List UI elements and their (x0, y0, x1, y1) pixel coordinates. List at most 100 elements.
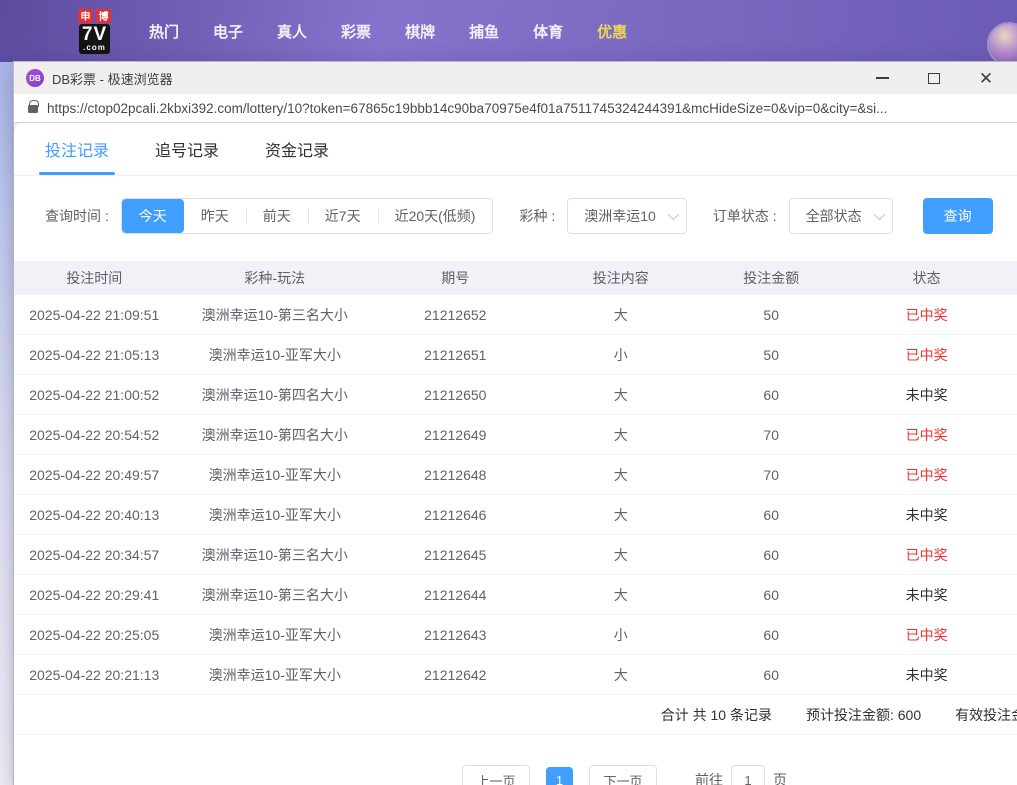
user-avatar[interactable] (989, 24, 1017, 64)
minimize-button[interactable] (869, 67, 895, 89)
nav-item-1[interactable]: 热门 (149, 21, 179, 42)
bet-records-table: 投注时间彩种-玩法期号投注内容投注金额状态 2025-04-22 21:09:5… (14, 261, 1017, 735)
chevron-down-icon (668, 209, 679, 220)
bet-content: 大 (536, 545, 707, 565)
site-logo[interactable]: 申 博 7V .com (78, 9, 111, 54)
pagination: 上一页 1 下一页 前往 页 (462, 765, 1017, 785)
issue-number: 21212644 (375, 587, 535, 603)
minimize-icon (876, 77, 889, 79)
prev-page-button[interactable]: 上一页 (462, 765, 530, 785)
issue-number: 21212648 (375, 467, 535, 483)
logo-suffix-text: .com (82, 44, 107, 52)
issue-number: 21212652 (375, 307, 535, 323)
game-play: 澳洲幸运10-第三名大小 (174, 545, 375, 565)
issue-number: 21212649 (375, 427, 535, 443)
window-title: DB彩票 - 极速浏览器 (52, 69, 173, 88)
bet-time: 2025-04-22 21:05:13 (14, 347, 174, 363)
issue-number: 21212646 (375, 507, 535, 523)
table-row: 2025-04-22 21:09:51澳洲幸运10-第三名大小21212652大… (14, 295, 1017, 335)
bet-content: 小 (536, 625, 707, 645)
logo-main-text: 7V (82, 25, 107, 44)
game-play: 澳洲幸运10-亚军大小 (174, 665, 375, 685)
nav-item-8[interactable]: 优惠 (597, 21, 627, 42)
search-button[interactable]: 查询 (923, 198, 993, 234)
order-status-label: 订单状态 : (713, 206, 777, 226)
nav-item-4[interactable]: 彩票 (341, 21, 371, 42)
record-tabs: 投注记录追号记录资金记录 (14, 123, 1017, 176)
column-header: 彩种-玩法 (174, 268, 375, 288)
tab-1[interactable]: 投注记录 (45, 123, 109, 175)
status-text: 未中奖 (836, 505, 1017, 525)
game-play: 澳洲幸运10-第四名大小 (174, 425, 375, 445)
table-row: 2025-04-22 20:34:57澳洲幸运10-第三名大小21212645大… (14, 535, 1017, 575)
nav-item-3[interactable]: 真人 (277, 21, 307, 42)
page-area: 投注记录追号记录资金记录 查询时间 : 今天昨天前天近7天近20天(低频) 彩种… (14, 123, 1017, 785)
status-text: 未中奖 (836, 585, 1017, 605)
close-icon: ✕ (979, 70, 993, 87)
close-button[interactable]: ✕ (973, 67, 999, 89)
game-play: 澳洲幸运10-亚军大小 (174, 345, 375, 365)
table-row: 2025-04-22 21:00:52澳洲幸运10-第四名大小21212650大… (14, 375, 1017, 415)
total-records-text: 合计 共 10 条记录 (661, 705, 772, 725)
game-play: 澳洲幸运10-第三名大小 (174, 585, 375, 605)
goto-page-group: 前往 页 (695, 765, 787, 785)
goto-label: 前往 (695, 770, 723, 785)
time-option-2[interactable]: 昨天 (184, 199, 246, 233)
table-row: 2025-04-22 20:29:41澳洲幸运10-第三名大小21212644大… (14, 575, 1017, 615)
nav-item-6[interactable]: 捕鱼 (469, 21, 499, 42)
time-option-4[interactable]: 近7天 (308, 199, 378, 233)
goto-page-input[interactable] (731, 765, 765, 785)
window-titlebar[interactable]: DB DB彩票 - 极速浏览器 ✕ (14, 62, 1017, 94)
status-text: 已中奖 (836, 545, 1017, 565)
bet-content: 大 (536, 505, 707, 525)
table-row: 2025-04-22 20:25:05澳洲幸运10-亚军大小21212643小6… (14, 615, 1017, 655)
logo-badge-shen: 申 (78, 9, 93, 23)
next-page-button[interactable]: 下一页 (589, 765, 657, 785)
browser-window: DB DB彩票 - 极速浏览器 ✕ https://ctop02pcali.2k… (14, 62, 1017, 785)
time-range-group: 今天昨天前天近7天近20天(低频) (121, 198, 494, 234)
logo-badges: 申 博 (78, 9, 111, 23)
game-play: 澳洲幸运10-第四名大小 (174, 385, 375, 405)
status-text: 未中奖 (836, 385, 1017, 405)
game-play: 澳洲幸运10-亚军大小 (174, 625, 375, 645)
game-play: 澳洲幸运10-亚军大小 (174, 465, 375, 485)
summary-row: 合计 共 10 条记录 预计投注金额: 600 有效投注金额: (14, 695, 1017, 735)
logo-block: 7V .com (79, 24, 110, 54)
expected-amount-text: 预计投注金额: 600 (806, 705, 921, 725)
chevron-down-icon (873, 209, 884, 220)
column-header: 投注时间 (14, 268, 174, 288)
status-text: 已中奖 (836, 625, 1017, 645)
column-header: 状态 (836, 268, 1017, 288)
bet-content: 大 (536, 465, 707, 485)
lottery-filter-label: 彩种 : (519, 206, 555, 226)
time-option-1[interactable]: 今天 (122, 199, 184, 233)
table-row: 2025-04-22 20:21:13澳洲幸运10-亚军大小21212642大6… (14, 655, 1017, 695)
records-card: 投注记录追号记录资金记录 查询时间 : 今天昨天前天近7天近20天(低频) 彩种… (14, 123, 1017, 785)
time-option-3[interactable]: 前天 (246, 199, 308, 233)
nav-item-2[interactable]: 电子 (213, 21, 243, 42)
lottery-select-value: 澳洲幸运10 (584, 206, 656, 226)
nav-menu: 热门 电子 真人 彩票 棋牌 捕鱼 体育 优惠 (149, 21, 627, 42)
nav-item-7[interactable]: 体育 (533, 21, 563, 42)
tab-3[interactable]: 资金记录 (265, 123, 329, 175)
game-play: 澳洲幸运10-第三名大小 (174, 305, 375, 325)
time-option-5[interactable]: 近20天(低频) (378, 199, 493, 233)
logo-badge-bo: 博 (96, 9, 111, 23)
column-header: 期号 (375, 268, 535, 288)
tab-2[interactable]: 追号记录 (155, 123, 219, 175)
bet-amount: 60 (706, 627, 836, 643)
issue-number: 21212651 (375, 347, 535, 363)
table-row: 2025-04-22 21:05:13澳洲幸运10-亚军大小21212651小5… (14, 335, 1017, 375)
window-controls: ✕ (869, 67, 1005, 89)
bet-amount: 60 (706, 667, 836, 683)
page-number-current[interactable]: 1 (546, 767, 573, 785)
lottery-select[interactable]: 澳洲幸运10 (567, 198, 687, 234)
address-bar[interactable]: https://ctop02pcali.2kbxi392.com/lottery… (14, 94, 1017, 123)
order-status-select[interactable]: 全部状态 (789, 198, 893, 234)
nav-item-5[interactable]: 棋牌 (405, 21, 435, 42)
site-navbar: 申 博 7V .com 热门 电子 真人 彩票 棋牌 捕鱼 体育 优惠 (0, 0, 1017, 62)
maximize-button[interactable] (921, 67, 947, 89)
maximize-icon (928, 73, 940, 84)
time-filter-label: 查询时间 : (45, 206, 109, 226)
bet-amount: 50 (706, 347, 836, 363)
